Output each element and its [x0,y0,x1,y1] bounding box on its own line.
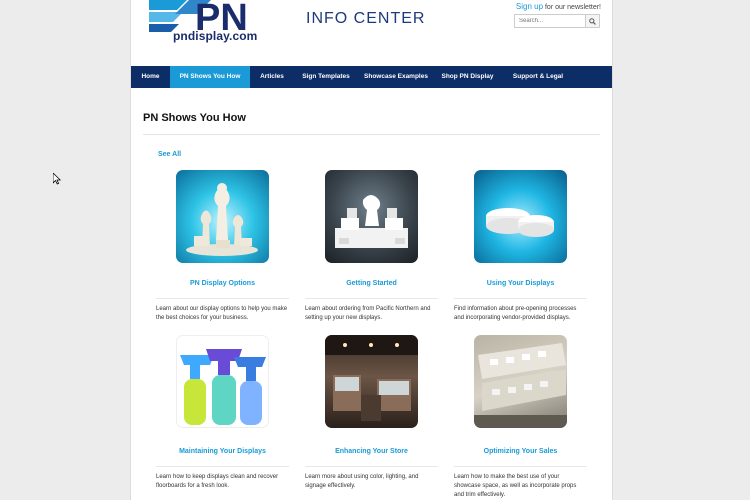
pn-display-logo[interactable]: PN pndisplay.com [149,0,279,44]
info-center-heading: INFO CENTER [306,10,426,27]
card-desc-getting-started: Learn about ordering from Pacific Northe… [305,306,431,321]
card-title-display-options[interactable]: PN Display Options [156,280,289,287]
mouse-cursor-icon [53,173,61,185]
nav-sign-templates[interactable]: Sign Templates [294,66,358,88]
logo-domain-text: pndisplay.com [173,29,258,43]
nav-showcase-examples[interactable]: Showcase Examples [358,66,434,88]
main-nav: Home PN Shows You How Articles Sign Temp… [131,66,612,88]
title-divider [143,134,600,135]
card-image-display-options[interactable] [176,170,269,263]
showcase-image [474,343,567,428]
jewelry-busts-image [186,183,258,256]
card-divider [156,298,289,299]
nav-articles[interactable]: Articles [250,66,294,88]
card-divider [454,298,587,299]
card-divider [156,466,289,467]
card-image-getting-started[interactable] [325,170,418,263]
newsletter-signup: Sign up for our newsletter! [516,2,601,11]
page-title: PN Shows You How [143,112,246,124]
card-desc-enhancing: Learn more about using color, lighting, … [305,474,419,489]
search-icon [589,17,596,25]
card-title-maintaining[interactable]: Maintaining Your Displays [156,448,289,455]
card-desc-using-displays: Find information about pre-opening proce… [454,306,577,321]
search-button[interactable] [585,15,599,27]
card-desc-maintaining: Learn how to keep displays clean and rec… [156,474,279,489]
nav-shop-pn-display[interactable]: Shop PN Display [434,66,501,88]
card-desc-display-options: Learn about our display options to help … [156,306,288,321]
nav-support-legal[interactable]: Support & Legal [501,66,575,88]
white-displays-image [335,195,408,248]
card-desc-optimizing: Learn how to make the best use of your s… [454,474,577,498]
card-image-using-displays[interactable] [474,170,567,263]
card-title-optimizing[interactable]: Optimizing Your Sales [454,448,587,455]
store-interior-image [325,335,418,421]
page-container: PN pndisplay.com INFO CENTER Sign up for… [130,0,613,500]
nav-pn-shows-you-how[interactable]: PN Shows You How [170,66,250,88]
card-title-using-displays[interactable]: Using Your Displays [454,280,587,287]
spray-bottles-image [180,349,266,425]
newsletter-text: for our newsletter! [543,4,601,11]
search-box [514,14,600,28]
card-image-enhancing[interactable] [325,335,418,428]
card-title-getting-started[interactable]: Getting Started [305,280,438,287]
search-input[interactable] [515,15,585,27]
card-divider [305,466,438,467]
nav-home[interactable]: Home [131,66,170,88]
see-all-link[interactable]: See All [158,151,181,158]
card-divider [454,466,587,467]
card-image-maintaining[interactable] [176,335,269,428]
white-risers-image [486,208,554,237]
newsletter-signup-link[interactable]: Sign up [516,2,543,11]
card-image-optimizing[interactable] [474,335,567,428]
card-title-enhancing[interactable]: Enhancing Your Store [305,448,438,455]
card-divider [305,298,438,299]
